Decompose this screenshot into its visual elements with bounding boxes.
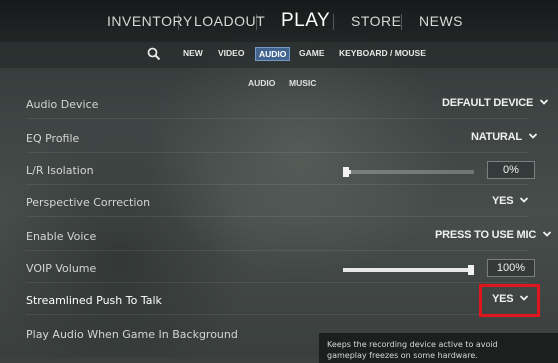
setting-label: Play Audio When Game In Background — [26, 328, 238, 341]
chevron-down-icon — [542, 231, 552, 237]
lr-isolation-value[interactable]: 0% — [487, 161, 535, 179]
setting-label: EQ Profile — [26, 132, 80, 145]
dropdown-value: PRESS TO USE MIC — [435, 229, 537, 241]
tab-new[interactable]: NEW — [183, 48, 203, 58]
setting-label: Perspective Correction — [26, 196, 151, 209]
dropdown-value: YES — [492, 195, 514, 207]
tab-audio[interactable]: AUDIO — [255, 47, 291, 61]
setting-eq-profile: EQ Profile NATURAL — [0, 125, 558, 153]
lr-isolation-slider[interactable] — [343, 167, 474, 177]
setting-voip-volume: VOIP Volume 100% — [0, 255, 558, 283]
chevron-down-icon — [528, 133, 538, 139]
voip-volume-value[interactable]: 100% — [487, 259, 535, 277]
row-divider — [26, 250, 528, 251]
top-nav: INVENTORY LOADOUT PLAY STORE NEWS — [0, 0, 558, 42]
nav-news[interactable]: NEWS — [419, 0, 463, 42]
setting-label: Enable Voice — [26, 230, 97, 243]
nav-inventory[interactable]: INVENTORY — [107, 0, 193, 42]
nav-divider — [256, 14, 257, 30]
setting-label: Streamlined Push To Talk — [26, 294, 162, 307]
dropdown-value: DEFAULT DEVICE — [442, 97, 534, 109]
setting-enable-voice: Enable Voice PRESS TO USE MIC — [0, 223, 558, 251]
tooltip-line: gameplay freezes on some hardware. — [327, 351, 478, 360]
nav-loadout[interactable]: LOADOUT — [194, 0, 265, 42]
row-divider — [26, 152, 528, 153]
highlight-annotation-box — [479, 284, 540, 317]
row-divider — [26, 314, 528, 315]
row-divider — [26, 184, 528, 185]
voip-volume-slider[interactable] — [343, 265, 474, 275]
slider-fill — [343, 268, 474, 272]
tab-keyboard-mouse[interactable]: KEYBOARD / MOUSE — [339, 48, 426, 58]
nav-store[interactable]: STORE — [351, 0, 401, 42]
tab-game[interactable]: GAME — [299, 48, 325, 58]
row-divider — [26, 216, 528, 217]
audio-device-dropdown[interactable]: DEFAULT DEVICE — [442, 97, 549, 113]
perspective-correction-dropdown[interactable]: YES — [492, 195, 529, 211]
subtab-audio[interactable]: AUDIO — [248, 78, 275, 88]
dropdown-value: NATURAL — [471, 131, 522, 143]
setting-tooltip: Keeps the recording device active to avo… — [319, 333, 558, 363]
nav-play[interactable]: PLAY — [281, 0, 330, 42]
subtab-music[interactable]: MUSIC — [289, 78, 316, 88]
setting-lr-isolation: L/R Isolation 0% — [0, 157, 558, 185]
slider-handle[interactable] — [343, 167, 349, 177]
nav-divider — [333, 14, 334, 30]
setting-label: Audio Device — [26, 98, 99, 111]
row-divider — [26, 282, 528, 283]
tooltip-line: Keeps the recording device active to avo… — [327, 340, 498, 349]
setting-perspective-correction: Perspective Correction YES — [0, 189, 558, 217]
setting-audio-device: Audio Device DEFAULT DEVICE — [0, 91, 558, 119]
search-icon[interactable] — [147, 47, 161, 61]
setting-label: L/R Isolation — [26, 164, 94, 177]
settings-tabs: NEW VIDEO AUDIO GAME KEYBOARD / MOUSE — [0, 42, 558, 68]
enable-voice-dropdown[interactable]: PRESS TO USE MIC — [435, 229, 552, 245]
setting-label: VOIP Volume — [26, 262, 97, 275]
nav-divider — [401, 14, 402, 30]
slider-handle[interactable] — [468, 265, 474, 275]
nav-divider — [178, 14, 179, 30]
setting-streamlined-push-to-talk: Streamlined Push To Talk YES — [0, 287, 558, 315]
eq-profile-dropdown[interactable]: NATURAL — [471, 131, 538, 147]
chevron-down-icon — [539, 99, 549, 105]
tab-video[interactable]: VIDEO — [218, 48, 244, 58]
chevron-down-icon — [520, 197, 529, 203]
row-divider — [26, 118, 528, 119]
